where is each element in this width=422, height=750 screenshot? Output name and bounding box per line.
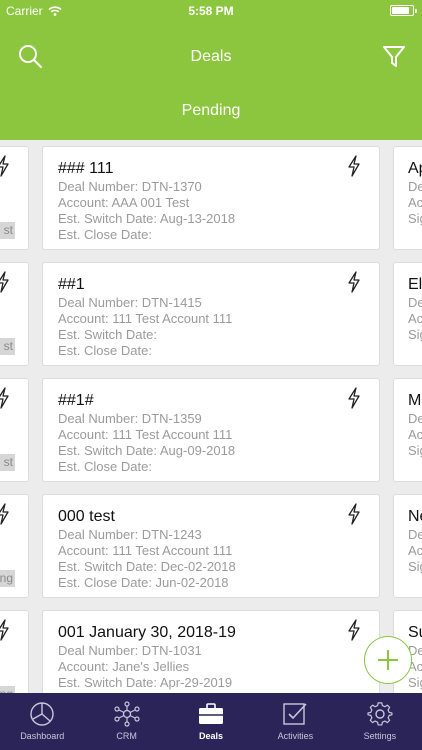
lightning-icon[interactable] (347, 503, 361, 525)
deal-account: Account: 111 Test Account 111 (58, 311, 233, 326)
tab-settings[interactable]: Settings (338, 693, 422, 750)
tab-label: Dashboard (20, 731, 65, 741)
status-bar: Carrier 5:58 PM (0, 0, 422, 22)
deal-close-date: Est. Close Date: (58, 459, 152, 474)
deal-card-peek[interactable]: El De Ac Sig (393, 262, 422, 366)
stage-title[interactable]: Pending (0, 102, 422, 120)
tab-label: Deals (199, 731, 224, 741)
deal-close-date: Est. Close Date: (58, 227, 152, 242)
plus-icon (378, 650, 398, 670)
deal-number: De (408, 527, 422, 542)
deal-name: El (408, 276, 422, 293)
lightning-icon[interactable] (347, 387, 361, 409)
deal-card[interactable]: ##1 Deal Number: DTN-1415 Account: 111 T… (42, 262, 380, 366)
activities-check-icon (283, 703, 308, 725)
deal-account: Account: AAA 001 Test (58, 195, 190, 210)
add-deal-button[interactable] (364, 636, 412, 684)
deal-name: ##1 (58, 276, 85, 293)
deal-number: De (408, 411, 422, 426)
deal-card-peek[interactable]: st (0, 378, 29, 482)
deal-card[interactable]: 001 January 30, 2018-19 Deal Number: DTN… (42, 610, 380, 693)
gear-icon (367, 702, 393, 726)
deal-number: Deal Number: DTN-1243 (58, 527, 202, 542)
deal-card-peek[interactable]: Ap De Ac Sig (393, 146, 422, 250)
tab-crm[interactable]: CRM (84, 693, 168, 750)
status-time: 5:58 PM (188, 4, 234, 18)
tab-bar: Dashboard CRM Deals Activities Settings (0, 693, 422, 750)
deal-signed: Sig (408, 327, 422, 342)
deal-number: De (408, 295, 422, 310)
deal-account: Ac (408, 311, 422, 326)
lightning-icon[interactable] (347, 619, 361, 641)
deal-card-peek[interactable]: ng (0, 610, 29, 693)
deal-signed: Sig (408, 443, 422, 458)
crm-network-icon (114, 701, 140, 727)
lightning-icon (0, 503, 9, 525)
tab-label: Settings (363, 731, 397, 741)
deal-number: Deal Number: DTN-1415 (58, 295, 202, 310)
lightning-icon (0, 619, 9, 641)
deal-switch-date: Est. Switch Date: Apr-29-2019 (58, 675, 233, 690)
deal-number: Deal Number: DTN-1359 (58, 411, 202, 426)
deal-close-date: Est. Close Date: (58, 343, 152, 358)
deal-signed: Sig (408, 211, 422, 226)
deal-account: Account: 111 Test Account 111 (58, 427, 233, 442)
page-title: Deals (190, 48, 232, 65)
deal-signed: Sig (408, 559, 422, 574)
deal-switch-date: Est. Switch Date: Dec-02-2018 (58, 559, 236, 574)
deal-card[interactable]: ##1# Deal Number: DTN-1359 Account: 111 … (42, 378, 380, 482)
tab-deals[interactable]: Deals (169, 693, 253, 750)
lightning-icon (0, 271, 9, 293)
lightning-icon (0, 387, 9, 409)
deal-card-peek[interactable]: ng (0, 494, 29, 598)
deals-header: Deals Pending (0, 22, 422, 140)
deal-name: M (408, 392, 422, 409)
deal-card-peek[interactable]: Ne De Ac Sig (393, 494, 422, 598)
lightning-icon[interactable] (347, 271, 361, 293)
deal-number: Deal Number: DTN-1370 (58, 179, 202, 194)
deal-name: 000 test (58, 508, 115, 525)
deal-number: De (408, 179, 422, 194)
deals-board[interactable]: st st st ng ng ### 111 Deal Number: DTN-… (0, 140, 422, 693)
deal-account: Account: 111 Test Account 111 (58, 543, 233, 558)
deal-card-peek[interactable]: M De Ac Sig (393, 378, 422, 482)
lightning-icon[interactable] (347, 155, 361, 177)
filter-icon[interactable] (380, 42, 408, 70)
deal-name: Ne (408, 508, 422, 525)
deal-switch-date: Est. Switch Date: (58, 327, 157, 342)
deal-name: 001 January 30, 2018-19 (58, 624, 236, 641)
deal-account: Ac (408, 427, 422, 442)
tab-activities[interactable]: Activities (253, 693, 337, 750)
dashboard-pie-icon (30, 702, 54, 726)
deal-name: Ap (408, 160, 422, 177)
deal-switch-date: Est. Switch Date: Aug-13-2018 (58, 211, 236, 226)
deal-card[interactable]: 000 test Deal Number: DTN-1243 Account: … (42, 494, 380, 598)
deal-tag: st (0, 222, 15, 239)
deal-tag: st (0, 338, 15, 355)
deal-tag: ng (0, 570, 15, 587)
deal-account: Ac (408, 195, 422, 210)
deal-name: ### 111 (58, 160, 114, 177)
tab-label: CRM (116, 731, 137, 741)
deal-card[interactable]: ### 111 Deal Number: DTN-1370 Account: A… (42, 146, 380, 250)
lightning-icon (0, 155, 9, 177)
deal-account: Ac (408, 543, 422, 558)
deal-card-peek[interactable]: st (0, 262, 29, 366)
battery-icon (390, 5, 417, 16)
deal-switch-date: Est. Switch Date: Aug-09-2018 (58, 443, 236, 458)
deal-close-date: Est. Close Date: Jun-02-2018 (58, 575, 229, 590)
deal-signed: Sig (408, 675, 422, 690)
deal-account: Account: Jane's Jellies (58, 659, 190, 674)
deal-number: Deal Number: DTN-1031 (58, 643, 202, 658)
tab-label: Activities (277, 731, 314, 741)
deal-name: ##1# (58, 392, 94, 409)
briefcase-icon (199, 703, 224, 724)
deal-tag: ng (0, 686, 15, 693)
deal-name: Su (408, 624, 422, 641)
deal-card-peek[interactable]: st (0, 146, 29, 250)
deal-tag: st (0, 454, 15, 471)
tab-dashboard[interactable]: Dashboard (0, 693, 84, 750)
